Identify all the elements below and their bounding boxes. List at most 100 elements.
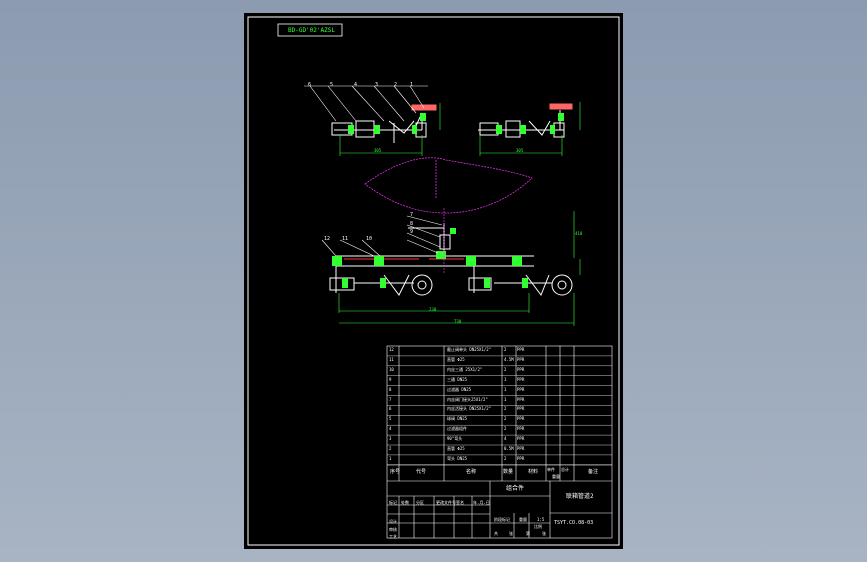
title-block-label: 标记	[389, 500, 397, 505]
main-dims	[338, 211, 581, 326]
balloon-12: 12	[324, 236, 331, 242]
balloon-1: 1	[410, 82, 414, 88]
bom-cell-name: 过滤器组件	[447, 426, 467, 432]
bom-row-12: 12 截止阀单头 DN25X1/2" 2 PPR	[387, 346, 612, 356]
bom-cell-mat: PPR	[517, 396, 525, 402]
bom-cell-mat: PPR	[517, 455, 525, 461]
bom-row-7: 7 内丝阀门接头25X1/2" 1 PPR	[387, 396, 612, 406]
dim-top-left: 305	[374, 148, 382, 153]
bom-cell-mat: PPR	[517, 426, 525, 432]
bom-cell-qty: 1	[504, 376, 507, 382]
bom-cell-mat: PPR	[517, 386, 525, 392]
balloon-10: 10	[366, 236, 373, 242]
title-block-label: 重量	[519, 517, 527, 522]
bom-cell-no: 11	[389, 356, 394, 362]
bom-cell-qty: 4.5M	[504, 356, 514, 362]
bom-cell-qty: 2	[504, 347, 507, 352]
bom-row-4: 4 过滤器组件 2 PPR	[387, 425, 612, 435]
balloon-8: 8	[410, 221, 414, 227]
balloon-6: 6	[308, 82, 312, 88]
balloon-7: 7	[410, 212, 414, 218]
bom-cell-no: 4	[389, 426, 392, 432]
dim-bottom: 730	[454, 319, 462, 324]
bom-cell-name: 三通 DN25	[447, 376, 468, 382]
title-block-label: 处数	[401, 500, 409, 505]
title-block-label: 设计	[389, 519, 397, 524]
dim-top-right: 305	[516, 148, 524, 153]
title-scale: 1:5	[537, 517, 545, 522]
top-left-leaders	[304, 85, 428, 122]
bom-cell-no: 12	[389, 347, 394, 352]
bom-cell-qty: 4	[504, 436, 507, 442]
magenta-section	[364, 157, 533, 214]
bom-row-2: 2 直管 Φ25 0.5M PPR	[387, 445, 612, 455]
balloon-4: 4	[354, 82, 358, 88]
bom-cell-qty: 1	[504, 386, 507, 392]
bom-row-10: 10 内丝三通 25X1/2" 2 PPR	[387, 366, 612, 376]
bom-cell-name: 截止阀单头 DN25X1/2"	[447, 347, 492, 352]
bom-cell-no: 6	[389, 406, 392, 412]
top-right-dims	[479, 102, 581, 156]
bom-cell-no: 5	[389, 416, 392, 422]
bom-cell-qty: 2	[504, 366, 507, 372]
bom-cell-qty: 2	[504, 426, 507, 432]
bom-cell-no: 9	[389, 376, 392, 382]
hdr-weight: 重量	[552, 474, 560, 479]
bom-row-8: 8 过滤器 DN25 1 PPR	[387, 386, 612, 396]
main-leaders	[321, 215, 443, 257]
bom-cell-qty: 2	[504, 455, 507, 461]
bom-cell-mat: PPR	[517, 416, 525, 422]
hdr-no: 序号	[390, 469, 401, 475]
bom-cell-no: 1	[389, 455, 392, 461]
bom-cell-no: 7	[389, 396, 392, 402]
bom-cell-name: 内丝三通 25X1/2"	[447, 366, 483, 372]
hdr-name: 名称	[466, 469, 477, 475]
title-assembly: 组合件	[506, 485, 525, 492]
bom-cell-mat: PPR	[517, 406, 525, 412]
title-block-label: 分区	[416, 500, 424, 505]
bom-row-3: 3 90°弯头 4 PPR	[387, 435, 612, 445]
bom-cell-name: 90°弯头	[447, 436, 463, 442]
title-block-label: 更改文件号	[436, 500, 456, 505]
bom-cell-name: 内丝阀门接头25X1/2"	[447, 396, 488, 402]
bom-row-1: 1 弯头 DN25 2 PPR	[387, 455, 612, 465]
dim-mid: 230	[429, 307, 437, 312]
title-block-label: 阶段标记	[494, 517, 510, 522]
title-block-label: 共	[494, 531, 498, 536]
dim-height: 410	[575, 231, 583, 236]
title-drawing-name: 联箱管道2	[566, 493, 594, 500]
bom-cell-name: 直管 Φ25	[447, 446, 465, 451]
title-block-label: 签名	[456, 500, 464, 505]
bom-row-11: 11 直管 Φ25 4.5M PPR	[387, 356, 612, 366]
bom-row-9: 9 三通 DN25 1 PPR	[387, 376, 612, 386]
top-left-green-fittings	[348, 113, 426, 134]
title-block-label: 比例	[534, 524, 542, 529]
hdr-qty: 数量	[503, 469, 514, 475]
bom-cell-mat: PPR	[517, 356, 525, 362]
bom-cell-name: 内丝活接头 DN25X1/2"	[447, 406, 492, 412]
bom-row-5: 5 球阀 DN25 2 PPR	[387, 415, 612, 425]
balloon-5: 5	[330, 82, 334, 88]
bom-row-6: 6 内丝活接头 DN25X1/2" 2 PPR	[387, 405, 612, 415]
balloon-2: 2	[394, 82, 398, 88]
title-drawing-code: TSYT.CO.08-03	[554, 520, 594, 526]
title-block-label: 工艺	[389, 534, 397, 539]
bom-cell-name: 弯头 DN25	[447, 455, 468, 461]
balloon-3: 3	[375, 82, 379, 88]
bom-cell-mat: PPR	[517, 436, 525, 442]
hdr-code: 代号	[416, 469, 427, 475]
hdr-mat: 材料	[528, 469, 539, 475]
bom-cell-no: 2	[389, 446, 392, 451]
bom-cell-no: 10	[389, 366, 394, 372]
drawing-no-label: BD-GD'02'AZSL	[288, 27, 335, 34]
bom-cell-no: 3	[389, 436, 392, 442]
title-block-label: 张	[542, 531, 546, 536]
bom-cell-name: 球阀 DN25	[447, 416, 468, 422]
balloon-9: 9	[410, 229, 414, 235]
bom-cell-no: 8	[389, 386, 392, 392]
bom-cell-qty: 0.5M	[504, 446, 514, 451]
drawing-sheet: BD-GD'02'AZSL 1 2 3 4 5 6 7 8 9 10 11 12 305 305 41…	[244, 13, 623, 549]
title-block-label: 第	[526, 531, 530, 536]
hdr-total: 总计	[561, 467, 569, 472]
bom-cell-mat: PPR	[517, 446, 525, 451]
